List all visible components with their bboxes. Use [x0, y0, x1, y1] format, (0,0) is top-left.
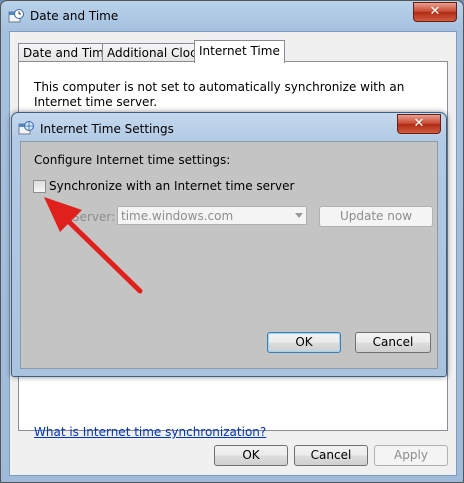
- internet-time-icon: [18, 121, 34, 135]
- window-titlebar: Date and Time ✕: [1, 1, 463, 31]
- server-combobox[interactable]: time.windows.com: [117, 206, 307, 225]
- close-icon: ✕: [429, 4, 441, 19]
- server-value: time.windows.com: [121, 209, 234, 223]
- dialog-client-area: Configure Internet time settings: Synchr…: [20, 141, 438, 369]
- tab-internet-time[interactable]: Internet Time: [194, 40, 285, 63]
- date-time-app-icon: [8, 9, 24, 23]
- close-icon: ✕: [413, 116, 425, 131]
- sync-checkbox-label[interactable]: Synchronize with an Internet time server: [49, 179, 294, 193]
- internet-time-help-link[interactable]: What is Internet time synchronization?: [34, 425, 266, 439]
- window-close-button[interactable]: ✕: [413, 2, 457, 22]
- configure-label: Configure Internet time settings:: [34, 153, 231, 167]
- dialog-cancel-button[interactable]: Cancel: [355, 332, 431, 353]
- server-label: Server:: [72, 210, 116, 224]
- window-title: Date and Time: [30, 9, 119, 23]
- sync-checkbox[interactable]: [33, 180, 46, 193]
- dialog-close-button[interactable]: ✕: [397, 114, 441, 134]
- ok-button[interactable]: OK: [214, 445, 288, 466]
- cancel-button[interactable]: Cancel: [294, 445, 368, 466]
- dialog-ok-button[interactable]: OK: [267, 332, 341, 353]
- dropdown-arrow-icon: [295, 213, 303, 218]
- apply-button[interactable]: Apply: [374, 445, 448, 466]
- internet-time-settings-dialog: Internet Time Settings ✕ Configure Inter…: [11, 112, 447, 377]
- update-now-button[interactable]: Update now: [319, 206, 433, 227]
- sync-status-text: This computer is not set to automaticall…: [34, 80, 405, 109]
- dialog-title: Internet Time Settings: [40, 122, 174, 136]
